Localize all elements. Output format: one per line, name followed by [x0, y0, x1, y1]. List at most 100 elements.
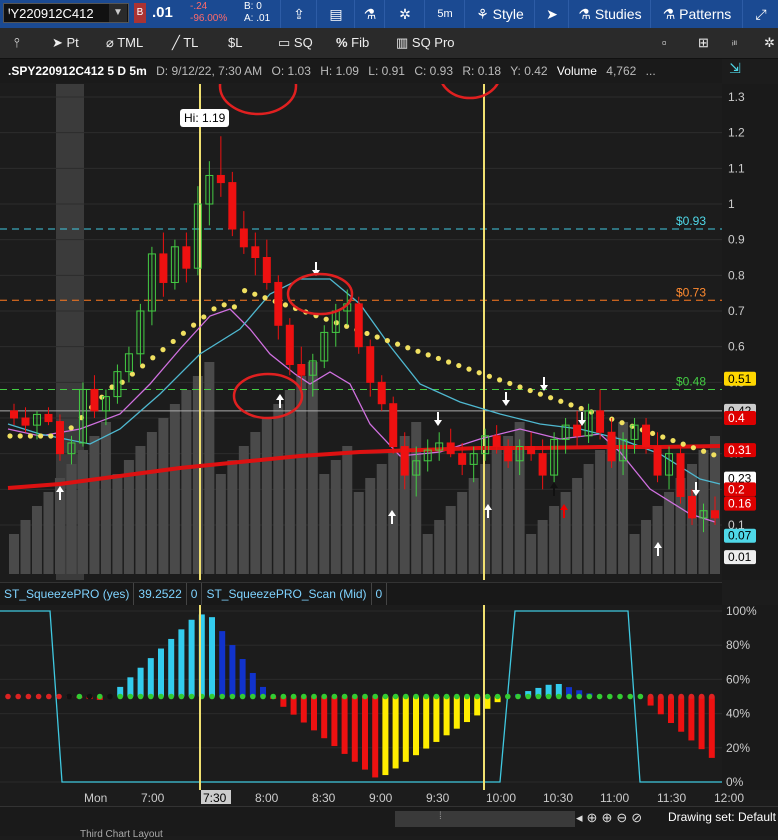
squeeze-dot [678, 693, 684, 700]
pct-tick-label: 60% [726, 672, 750, 686]
volume-bar [31, 506, 42, 574]
candle-body [285, 324, 294, 365]
bars-icon[interactable]: ᵢₗₗ [732, 28, 737, 58]
candle-body [262, 257, 271, 283]
squeeze-dot [301, 693, 307, 700]
volume-bar [491, 450, 502, 574]
zoom-in-icon[interactable]: ⊕ [601, 810, 616, 825]
trailing-stop-dot [425, 352, 431, 358]
time-tick-label: 11:00 [600, 791, 629, 805]
trailing-stop-dot [150, 355, 156, 361]
bid-ask: B: 0 A: .01 [244, 1, 270, 25]
tml-icon: ⌀ [106, 35, 118, 50]
left-arrow-icon[interactable]: ◂ [576, 810, 587, 825]
trailing-stop-dot [680, 441, 686, 447]
study-name[interactable]: ST_SqueezePRO (yes) [0, 583, 135, 605]
volume-bar [583, 464, 594, 574]
zoom-out-icon[interactable]: ⊖ [616, 810, 631, 825]
volume-bar [181, 390, 192, 574]
price-level-label: $0.93 [676, 214, 706, 228]
cursor-icon[interactable]: ➤ [534, 0, 569, 28]
volume-bar [480, 464, 491, 574]
trailing-stop-dot [38, 433, 44, 439]
trailing-stop-dot [99, 394, 105, 400]
volume-bar [664, 492, 675, 574]
reset-zoom-icon[interactable]: ⊘ [631, 810, 646, 825]
scrollbar[interactable]: ⁞ [395, 811, 575, 827]
net-change-value: -.24 [190, 1, 208, 12]
squeeze-dot [637, 693, 644, 700]
studies-icon: ⚗ [578, 6, 595, 22]
squeeze-dot [352, 693, 358, 700]
squeeze-dot [403, 693, 409, 700]
squeeze-dot [658, 693, 664, 700]
squeeze-dot [576, 693, 582, 700]
trailing-stop-dot [231, 304, 237, 310]
move-icon[interactable]: ⊕ [587, 810, 602, 825]
scan-name[interactable]: ST_SqueezePRO_Scan (Mid) [202, 583, 372, 605]
patterns-button[interactable]: ⚗ Patterns [650, 0, 743, 28]
info-range: R: 0.18 [462, 64, 502, 78]
squeeze-dot [474, 693, 481, 700]
style-button[interactable]: ⚘ Style [464, 0, 535, 28]
settings-gear-icon[interactable]: ✲ [764, 28, 775, 58]
square-toggle-icon[interactable]: ▫ [662, 28, 667, 58]
timeframe-button[interactable]: 5m [424, 0, 465, 28]
save-icon[interactable]: ▤ [316, 0, 355, 28]
trailing-stop-dot [17, 433, 23, 439]
squeeze-dot [219, 693, 225, 700]
price-chart[interactable]: $0.93 $0.73 $0.48 1.3 1.2 1.1 1 0.9 0.8 0.7 0.6 0.… [0, 84, 778, 580]
volume-bar [411, 422, 422, 574]
price-tick-label: 0.8 [728, 268, 745, 282]
studies-button[interactable]: ⚗ Studies [568, 0, 651, 28]
tool-fib[interactable]: % Fib [336, 28, 369, 58]
candle-body [44, 413, 53, 423]
candle-body [538, 453, 547, 476]
tool-price-level[interactable]: $L [228, 28, 242, 58]
trailing-stop-dot [405, 345, 411, 351]
info-low: L: 0.91 [368, 64, 405, 78]
flask-icon[interactable]: ⚗ [354, 0, 385, 28]
histogram-bar [331, 696, 338, 747]
squeeze-dot [443, 693, 450, 700]
histogram-bar [433, 696, 440, 742]
tool-pointer[interactable]: ➤ Pt [52, 28, 79, 58]
scroll-thumb[interactable]: ⁞ [439, 811, 575, 822]
trailing-stop-dot [711, 452, 717, 458]
squeeze-dot [86, 693, 93, 700]
trailing-stop-dot [558, 398, 564, 404]
candle-body [607, 431, 616, 462]
pct-tick-label: 20% [726, 741, 750, 755]
trailing-stop-dot [476, 370, 482, 376]
maximize-icon[interactable]: ⤢ [742, 0, 778, 28]
info-volume-value: 4,762 [606, 64, 637, 78]
collapse-icon[interactable]: ⇲ [724, 60, 746, 80]
squeeze-study-chart[interactable]: 100% 80% 60% 40% 20% 0% [0, 605, 778, 790]
squeeze-dot [76, 693, 83, 700]
tool-square[interactable]: ▭ SQ [278, 28, 313, 58]
volume-bar [549, 506, 560, 574]
trailing-stop-dot [456, 362, 462, 369]
grid-icon[interactable]: ⊞ [698, 28, 709, 58]
chevron-down-icon[interactable]: ▼ [109, 4, 127, 22]
volume-bar [192, 376, 203, 574]
trailing-stop-dot [282, 302, 288, 308]
drawing-set-label[interactable]: Drawing set: Default [668, 810, 776, 824]
trailing-stop-dot [180, 330, 186, 336]
squeeze-dot [423, 693, 430, 700]
share-icon[interactable]: ⇪ [280, 0, 317, 28]
tool-sq-pro[interactable]: ▥ SQ Pro [396, 28, 455, 58]
time-tick-label: 10:00 [486, 791, 516, 805]
tool-trendline[interactable]: ╱ TL [172, 28, 198, 58]
time-tick-label: 12:00 [714, 791, 744, 805]
squeeze-dot [433, 693, 440, 700]
pin-icon[interactable]: ⫯ [14, 28, 20, 58]
tool-tml[interactable]: ⌀ TML [106, 28, 143, 58]
volume-bar [112, 474, 123, 574]
candle-body [55, 421, 64, 455]
volume-bar [641, 520, 652, 574]
volume-bar [572, 478, 583, 574]
histogram-bar [311, 696, 317, 731]
volume-bar [537, 520, 548, 574]
gear-icon[interactable]: ✲ [384, 0, 425, 28]
